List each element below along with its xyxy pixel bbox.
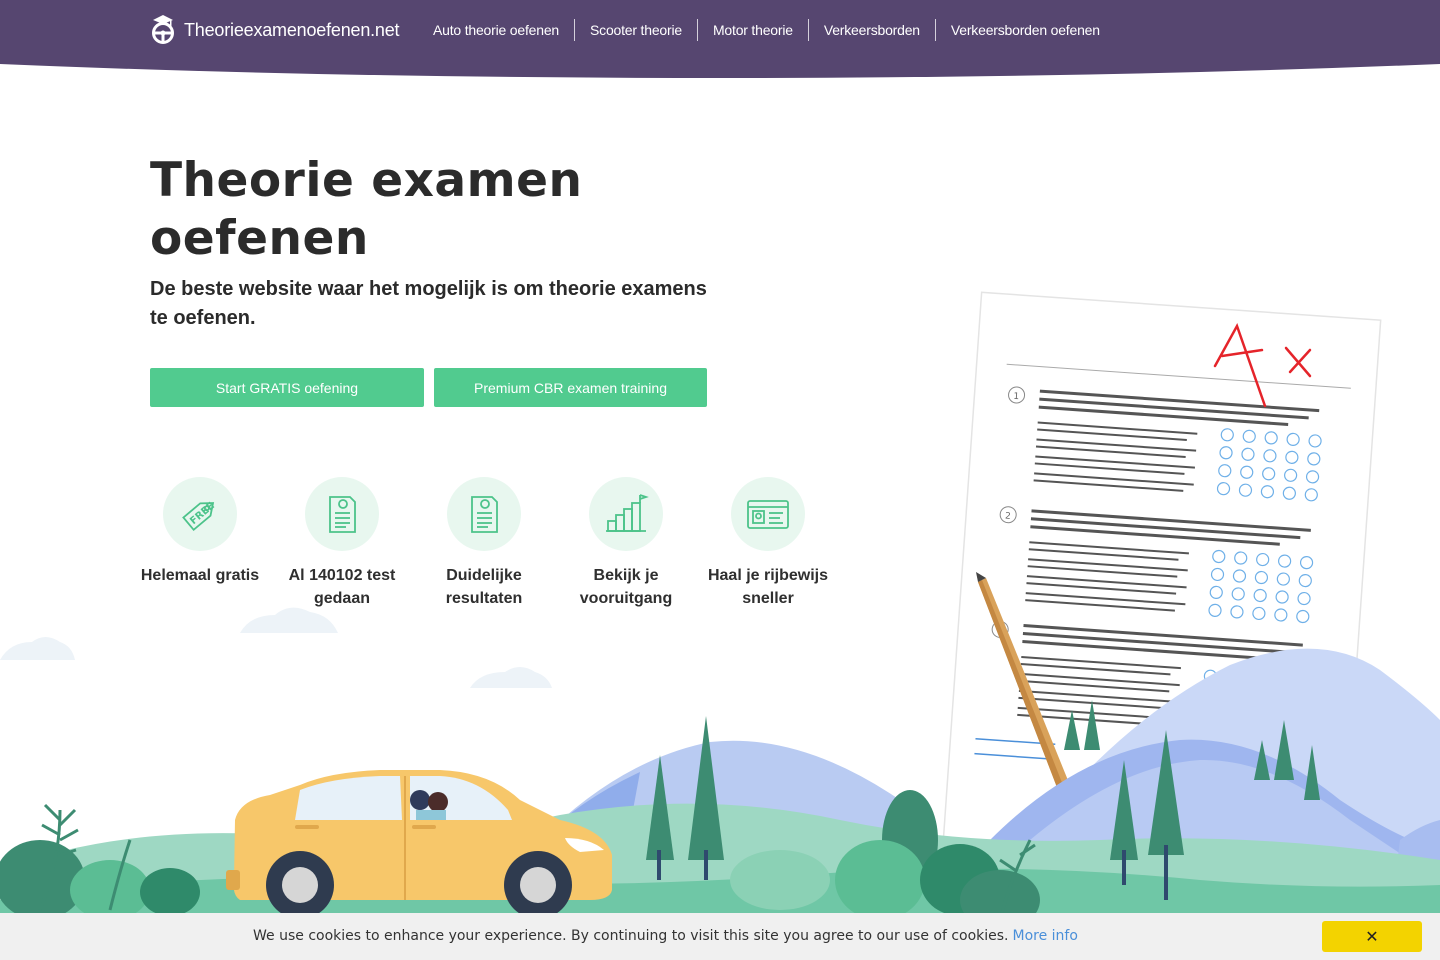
feature-progress: Bekijk je vooruitgang [555,477,697,610]
cookie-banner: We use cookies to enhance your experienc… [0,913,1440,960]
feature-label: Helemaal gratis [140,567,260,584]
free-tag-icon: FREE [182,500,217,532]
site-header: Theorieexamenoefenen.net Auto theorie oe… [0,0,1440,80]
feature-icon-circle [731,477,805,551]
nav-scooter-theorie[interactable]: Scooter theorie [574,19,697,41]
page-title: Theorie examen oefenen [150,153,583,266]
nav-motor-theorie[interactable]: Motor theorie [696,19,808,41]
feature-icon-circle [447,477,521,551]
feature-license: Haal je rijbewijs sneller [697,477,839,610]
feature-label: Haal je rijbewijs sneller [707,567,829,607]
cookie-more-info-link[interactable]: More info [1013,928,1078,944]
svg-text:2: 2 [1005,512,1011,522]
cookie-message: We use cookies to enhance your experienc… [253,928,1078,944]
brand-link[interactable]: Theorieexamenoefenen.net [150,14,400,46]
feature-icon-circle: FREE [163,477,237,551]
feature-free: FREE Helemaal gratis [129,477,271,588]
hero-subtitle: De beste website waar het mogelijk is om… [150,278,707,329]
feature-label: Al 140102 test gedaan [288,567,396,607]
brand-name: Theorieexamenoefenen.net [184,19,400,40]
start-free-practice-button[interactable]: Start GRATIS oefening [150,368,424,407]
premium-training-button[interactable]: Premium CBR examen training [434,368,707,407]
cookie-close-button[interactable]: ✕ [1322,921,1422,952]
nav-auto-theorie[interactable]: Auto theorie oefenen [418,19,574,41]
cookie-text: We use cookies to enhance your experienc… [253,928,1009,944]
feature-icon-circle [589,477,663,551]
feature-icon-circle [305,477,379,551]
test-document-icon [329,496,356,533]
feature-label: Duidelijke resultaten [445,567,523,607]
progress-stairs-icon [606,494,649,532]
steering-wheel-logo-icon [152,15,174,44]
main-nav: Auto theorie oefenen Scooter theorie Mot… [418,19,1115,41]
results-document-icon [471,496,498,533]
clouds [0,607,552,688]
nav-verkeersborden-oefenen[interactable]: Verkeersborden oefenen [934,19,1115,41]
feature-tests-done: Al 140102 test gedaan [271,477,413,610]
yellow-car [226,770,612,919]
license-card-icon [747,500,789,529]
feature-results: Duidelijke resultaten [413,477,555,610]
nav-verkeersborden[interactable]: Verkeersborden [807,19,935,41]
feature-label: Bekijk je vooruitgang [579,567,673,607]
svg-text:1: 1 [1013,392,1019,402]
